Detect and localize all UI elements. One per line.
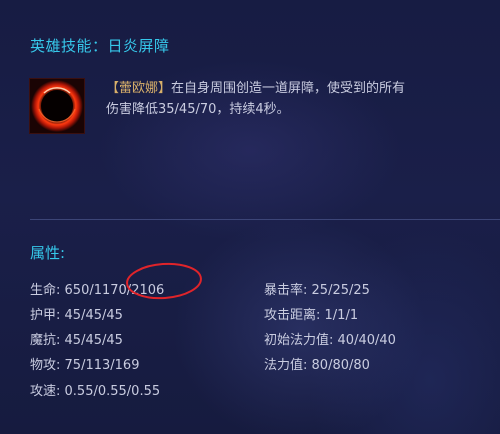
stat-value: 650/1170/2106	[64, 283, 165, 298]
stat-label: 护甲	[30, 308, 57, 323]
stat-armor: 护甲: 45/45/45	[30, 304, 123, 323]
stat-separator: :	[329, 333, 338, 348]
skill-title: 英雄技能：日炎屏障	[30, 37, 170, 55]
stat-value: 45/45/45	[64, 333, 123, 348]
stat-label: 生命	[30, 283, 57, 298]
section-divider	[30, 219, 500, 220]
stat-value: 45/45/45	[64, 308, 123, 323]
stat-label: 攻击距离	[264, 308, 317, 323]
stat-separator: :	[56, 308, 65, 323]
stat-label: 初始法力值	[264, 333, 330, 348]
stat-magic-resist: 魔抗: 45/45/45	[30, 329, 123, 348]
stat-separator: :	[303, 358, 312, 373]
skill-description-line-2: 伤害降低35/45/70，持续4秒。	[106, 102, 290, 117]
solar-eclipse-icon	[30, 79, 84, 133]
stat-attack-speed: 攻速: 0.55/0.55/0.55	[30, 380, 160, 399]
stat-separator: :	[56, 333, 65, 348]
stat-separator: :	[56, 358, 65, 373]
stat-label: 暴击率	[264, 283, 304, 298]
stat-label: 魔抗	[30, 333, 57, 348]
stat-crit-rate: 暴击率: 25/25/25	[264, 279, 370, 298]
stat-value: 40/40/40	[337, 333, 396, 348]
stat-separator: :	[56, 384, 65, 399]
attributes-title: 属性:	[30, 244, 66, 262]
stat-value: 25/25/25	[311, 283, 370, 298]
stat-separator: :	[303, 283, 312, 298]
description-text-1: 在自身周围创造一道屏障，使受到的所有	[171, 81, 406, 96]
skill-description-line-1: 【蕾欧娜】在自身周围创造一道屏障，使受到的所有	[106, 78, 466, 99]
stat-mana: 法力值: 80/80/80	[264, 354, 370, 373]
stat-attack-range: 攻击距离: 1/1/1	[264, 304, 358, 323]
stat-label: 攻速	[30, 384, 57, 399]
stat-value: 1/1/1	[324, 308, 359, 323]
stat-attack-damage: 物攻: 75/113/169	[30, 354, 139, 373]
skill-description: 【蕾欧娜】在自身周围创造一道屏障，使受到的所有 伤害降低35/45/70，持续4…	[106, 78, 466, 120]
stat-health: 生命: 650/1170/2106	[30, 279, 164, 298]
stat-starting-mana: 初始法力值: 40/40/40	[264, 329, 396, 348]
stat-label: 物攻	[30, 358, 57, 373]
stat-value: 80/80/80	[311, 358, 370, 373]
stat-value: 75/113/169	[64, 358, 140, 373]
stat-value: 0.55/0.55/0.55	[64, 384, 161, 399]
champion-tag: 【蕾欧娜】	[106, 81, 172, 96]
stat-separator: :	[56, 283, 65, 298]
stat-separator: :	[316, 308, 325, 323]
stat-label: 法力值	[264, 358, 304, 373]
